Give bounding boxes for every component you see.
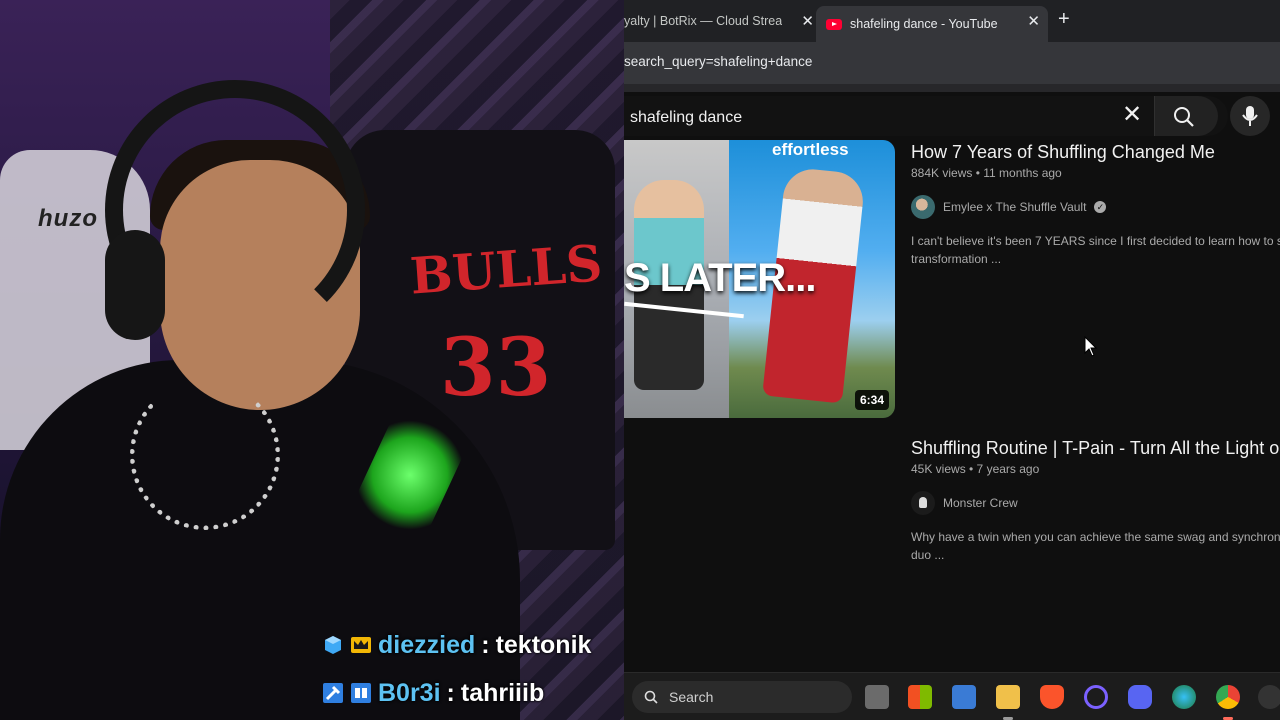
channel-avatar[interactable] [911, 195, 935, 219]
video-meta: 884K views • 11 months ago [911, 166, 1062, 180]
toolbar-divider [624, 84, 1280, 92]
video-duration: 6:34 [854, 390, 889, 410]
necklace [130, 380, 280, 530]
browser-window: yalty | BotRix — Cloud Strea ✕ shafeling… [624, 0, 1280, 720]
chat-separator: : [481, 630, 490, 659]
chat-username: B0r3i [378, 678, 441, 707]
screen: huzo BULLS 33 diezzied : tektonik B0r3i … [0, 0, 1280, 720]
channel-name[interactable]: Monster Crew [943, 496, 1018, 510]
obs-icon[interactable] [1258, 685, 1280, 709]
chat-message: B0r3i : tahriiib [322, 676, 622, 710]
address-bar[interactable]: search_query=shafeling+dance [624, 42, 1280, 84]
channel-name[interactable]: Emylee x The Shuffle Vault [943, 200, 1086, 214]
video-description: I can't believe it's been 7 YEARS since … [911, 234, 1280, 266]
hammer-badge-icon [322, 682, 344, 704]
windows-start-icon[interactable] [908, 685, 932, 709]
channel-row[interactable]: Monster Crew [911, 491, 1018, 515]
mouse-cursor-icon [1084, 336, 1098, 357]
verified-badge-icon: ✓ [1094, 201, 1107, 213]
youtube-search-box[interactable]: shafeling dance ✕ [624, 96, 1228, 136]
chat-username: diezzied [378, 630, 476, 659]
tab-label: shafeling dance - YouTube [850, 17, 998, 31]
windows-taskbar: Search [624, 672, 1280, 720]
gift-badge-icon [350, 682, 372, 704]
taskbar-search-label: Search [669, 689, 714, 705]
crown-badge-icon [350, 634, 372, 656]
video-thumbnail[interactable]: effortless S LATER... 6:34 [624, 140, 895, 418]
chat-separator: : [446, 678, 455, 707]
new-tab-button[interactable]: + [1058, 8, 1070, 31]
app-circle-icon[interactable] [1084, 685, 1108, 709]
tab-close-icon[interactable]: ✕ [1027, 12, 1040, 30]
brave-browser-icon[interactable] [1040, 685, 1064, 709]
webcam-feed: huzo BULLS 33 diezzied : tektonik B0r3i … [0, 0, 624, 720]
search-icon [644, 690, 658, 704]
microsoft-store-icon[interactable] [952, 685, 976, 709]
search-button[interactable] [1154, 96, 1218, 136]
channel-row[interactable]: Emylee x The Shuffle Vault ✓ [911, 195, 1107, 219]
chair-logo: huzo [38, 205, 98, 232]
task-view-icon[interactable] [865, 685, 889, 709]
thumbnail-caption: effortless [772, 140, 849, 159]
tab-label: yalty | BotRix — Cloud Strea [624, 14, 783, 28]
taskbar-search[interactable]: Search [632, 681, 852, 713]
chat-text: tektonik [495, 630, 592, 659]
chat-message: diezzied : tektonik [322, 628, 622, 662]
edge-browser-icon[interactable] [1172, 685, 1196, 709]
video-description: Why have a twin when you can achieve the… [911, 530, 1280, 562]
voice-search-button[interactable] [1230, 96, 1270, 136]
tab-bar: yalty | BotRix — Cloud Strea ✕ shafeling… [624, 0, 1280, 42]
tab-close-icon[interactable]: ✕ [801, 12, 814, 30]
tab-youtube[interactable]: shafeling dance - YouTube ✕ [816, 6, 1048, 42]
discord-icon[interactable] [1128, 685, 1152, 709]
video-title[interactable]: How 7 Years of Shuffling Changed Me [911, 142, 1215, 163]
jersey-number: 33 [440, 320, 552, 414]
search-input[interactable]: shafeling dance [630, 109, 742, 127]
thumbnail-headline: S LATER... [624, 256, 816, 300]
chrome-browser-icon[interactable] [1216, 685, 1240, 709]
tab-botrix[interactable]: yalty | BotRix — Cloud Strea ✕ [624, 6, 814, 36]
youtube-favicon-icon [826, 18, 842, 30]
search-icon [1174, 107, 1194, 127]
headset-earcup [105, 230, 165, 340]
clear-search-icon[interactable]: ✕ [1122, 100, 1142, 129]
video-title[interactable]: Shuffling Routine | T-Pain - Turn All th… [911, 438, 1280, 459]
microphone-icon [1242, 106, 1258, 126]
file-explorer-icon[interactable] [996, 685, 1020, 709]
youtube-header: shafeling dance ✕ [624, 92, 1280, 140]
video-meta: 45K views • 7 years ago [911, 462, 1040, 476]
channel-avatar[interactable] [911, 491, 935, 515]
cube-badge-icon [322, 634, 344, 656]
chat-text: tahriiib [460, 678, 545, 707]
address-url[interactable]: search_query=shafeling+dance [624, 54, 812, 69]
